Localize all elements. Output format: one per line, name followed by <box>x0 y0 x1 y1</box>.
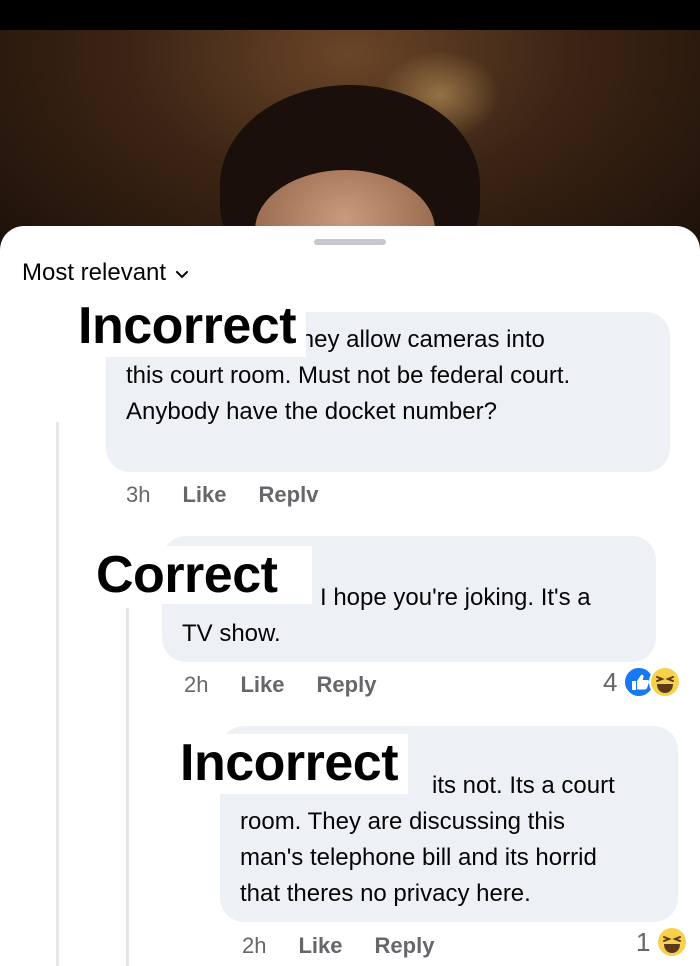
haha-icon <box>649 666 682 698</box>
comment-actions: 2h Like Reply <box>242 931 434 961</box>
sort-dropdown[interactable]: Most relevant <box>22 257 190 289</box>
reactions-summary[interactable]: 1 <box>636 926 689 958</box>
comment-text-line: this court room. Must not be federal cou… <box>126 362 571 389</box>
reply-button[interactable]: Reply <box>317 672 377 698</box>
reactions-summary[interactable]: 4 <box>603 666 682 698</box>
reply-button[interactable]: Replv <box>259 482 319 508</box>
comment-time: 3h <box>126 482 151 507</box>
overlay-label: Correct <box>86 546 312 604</box>
haha-icon <box>656 926 689 958</box>
comment-text-line: Anybody have the docket number? <box>126 398 497 425</box>
reaction-count: 1 <box>636 926 651 957</box>
overlay-label: Incorrect <box>68 297 307 357</box>
comment-actions: 2h Like Reply <box>184 670 376 700</box>
comment-time: 2h <box>184 672 209 697</box>
reply-button[interactable]: Reply <box>375 933 435 959</box>
like-button[interactable]: Like <box>298 933 342 959</box>
comment-actions: 3h Like Replv <box>126 480 318 510</box>
sheet-drag-handle[interactable] <box>314 239 386 245</box>
chevron-down-icon <box>176 268 190 282</box>
like-button[interactable]: Like <box>240 672 284 698</box>
sort-label: Most relevant <box>22 259 167 286</box>
comments-sheet: Most relevant Hard to believe they allow… <box>0 226 700 966</box>
overlay-label: Incorrect <box>170 734 409 794</box>
reaction-count: 4 <box>603 666 618 697</box>
comment-time: 2h <box>242 933 267 958</box>
comment-text-line: man's telephone bill and its horrid <box>240 844 597 871</box>
like-button[interactable]: Like <box>182 482 226 508</box>
comment-text-line: room. They are discussing this <box>240 808 566 835</box>
comment-text-line: TV show. <box>182 620 281 647</box>
thread-line <box>56 422 59 966</box>
thread-line <box>126 608 129 966</box>
comment-text-line: that theres no privacy here. <box>240 880 531 907</box>
